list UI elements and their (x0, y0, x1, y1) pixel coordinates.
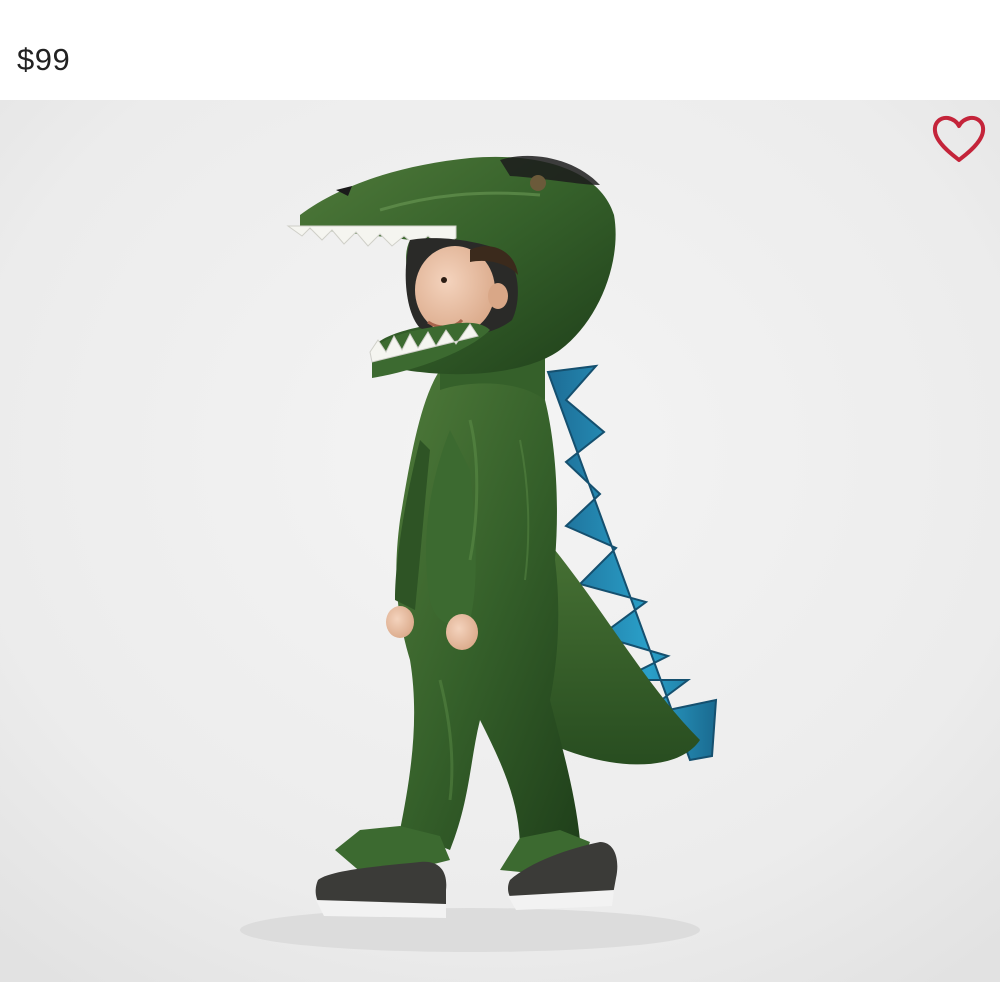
price-header: $99 (0, 0, 1000, 100)
product-image[interactable] (0, 100, 1000, 982)
heart-outline-icon (932, 115, 986, 162)
product-price: $99 (17, 42, 71, 77)
product-photo-illustration (0, 100, 1000, 982)
product-page: $99 (0, 0, 1000, 1000)
favorite-button[interactable] (930, 113, 988, 167)
page-footer-gap (0, 982, 1000, 1000)
